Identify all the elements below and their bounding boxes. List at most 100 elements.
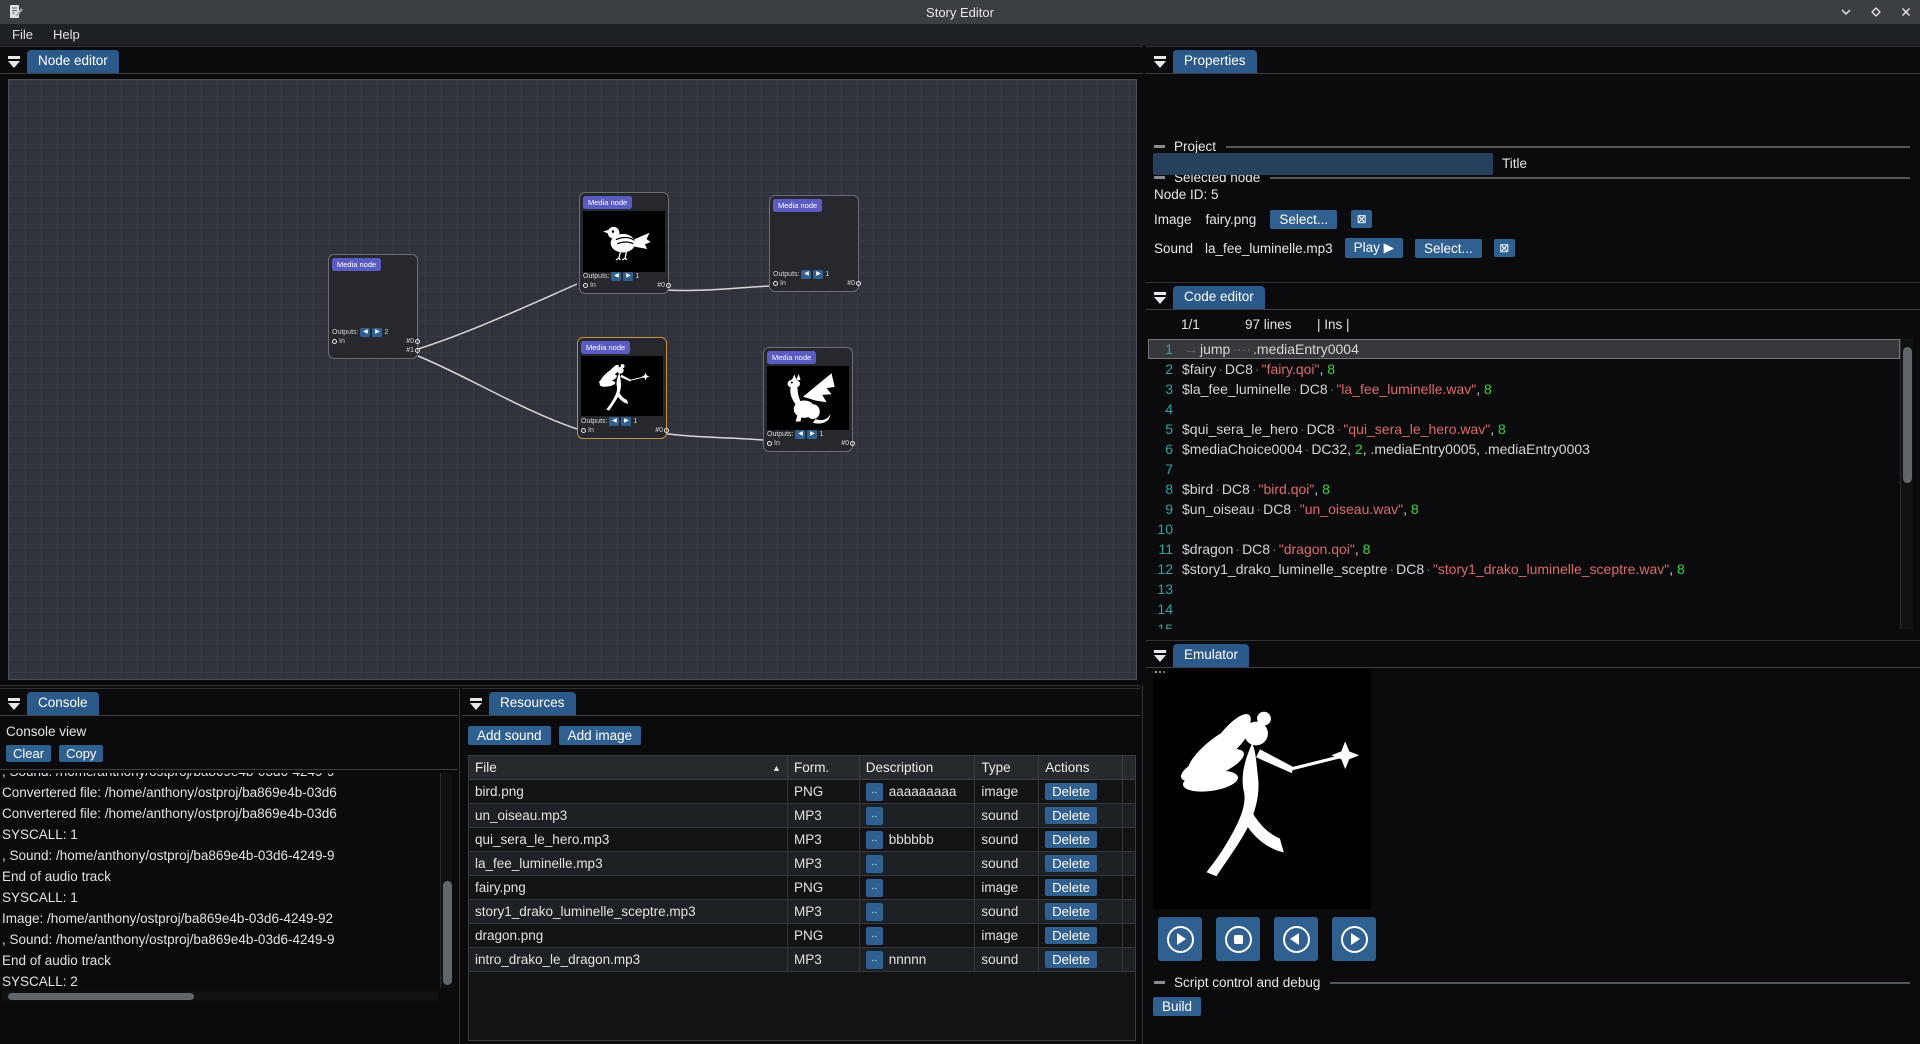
- delete-button[interactable]: Delete: [1045, 951, 1097, 968]
- sort-ascending-icon[interactable]: ▲: [772, 763, 781, 773]
- delete-button[interactable]: Delete: [1045, 927, 1097, 944]
- step-back-button[interactable]: [1274, 917, 1318, 961]
- table-row[interactable]: intro_drako_le_dragon.mp3MP3..nnnnnsound…: [469, 948, 1135, 972]
- play-button[interactable]: [1158, 917, 1202, 961]
- clear-button[interactable]: Clear: [6, 745, 51, 762]
- media-node[interactable]: Media node Outputs: ◀ ▶ 2 In #0 #1: [328, 254, 418, 359]
- column-header-description[interactable]: Description: [860, 756, 976, 779]
- output-dec-button[interactable]: ◀: [801, 270, 811, 279]
- table-row[interactable]: story1_drako_luminelle_sceptre.mp3MP3..s…: [469, 900, 1135, 924]
- output-pin[interactable]: #0: [657, 282, 671, 289]
- output-inc-button[interactable]: ▶: [372, 328, 382, 337]
- code-line[interactable]: 4: [1148, 399, 1900, 419]
- code-line[interactable]: 2$fairy·DC8·"fairy.qoi", 8: [1148, 359, 1900, 379]
- input-pin[interactable]: In: [581, 427, 594, 434]
- collapse-icon[interactable]: [1153, 292, 1167, 304]
- scrollbar-thumb[interactable]: [8, 993, 194, 1000]
- stop-button[interactable]: [1216, 917, 1260, 961]
- delete-button[interactable]: Delete: [1045, 855, 1097, 872]
- input-pin[interactable]: In: [332, 338, 345, 345]
- output-dec-button[interactable]: ◀: [609, 417, 619, 426]
- table-row[interactable]: bird.pngPNG..aaaaaaaaaimageDelete: [469, 780, 1135, 804]
- edit-description-button[interactable]: ..: [866, 951, 883, 969]
- console-horizontal-scrollbar[interactable]: [2, 991, 438, 1001]
- edit-description-button[interactable]: ..: [866, 855, 883, 873]
- node-graph-canvas[interactable]: Media node Outputs: ◀ ▶ 2 In #0 #1: [8, 79, 1137, 680]
- output-dec-button[interactable]: ◀: [795, 430, 805, 439]
- tab-properties[interactable]: Properties: [1173, 50, 1257, 73]
- code-vertical-scrollbar[interactable]: [1900, 339, 1913, 629]
- tab-code-editor[interactable]: Code editor: [1173, 286, 1265, 309]
- output-inc-button[interactable]: ▶: [623, 272, 633, 281]
- code-line[interactable]: 12$story1_drako_luminelle_sceptre·DC8·"s…: [1148, 559, 1900, 579]
- table-row[interactable]: un_oiseau.mp3MP3..soundDelete: [469, 804, 1135, 828]
- column-header-type[interactable]: Type: [975, 756, 1039, 779]
- left-splitter[interactable]: [0, 685, 1140, 686]
- code-area[interactable]: 1→jump····.mediaEntry00042$fairy·DC8·"fa…: [1148, 339, 1900, 629]
- table-row[interactable]: qui_sera_le_hero.mp3MP3..bbbbbbsoundDele…: [469, 828, 1135, 852]
- code-line[interactable]: 13: [1148, 579, 1900, 599]
- input-pin[interactable]: In: [767, 440, 780, 447]
- image-clear-button[interactable]: ⊠: [1351, 210, 1372, 228]
- delete-button[interactable]: Delete: [1045, 879, 1097, 896]
- output-pin[interactable]: #0: [847, 280, 861, 287]
- delete-button[interactable]: Delete: [1045, 831, 1097, 848]
- column-header-format[interactable]: Form.: [788, 756, 860, 779]
- collapse-icon[interactable]: [1153, 56, 1167, 68]
- output-dec-button[interactable]: ◀: [611, 272, 621, 281]
- minimize-icon[interactable]: [1838, 4, 1854, 20]
- step-forward-button[interactable]: [1332, 917, 1376, 961]
- output-inc-button[interactable]: ▶: [621, 417, 631, 426]
- output-dec-button[interactable]: ◀: [360, 328, 370, 337]
- code-line[interactable]: 1→jump····.mediaEntry0004: [1148, 339, 1900, 359]
- output-pin[interactable]: #0: [655, 427, 669, 434]
- table-row[interactable]: dragon.pngPNG..imageDelete: [469, 924, 1135, 948]
- code-line[interactable]: 5$qui_sera_le_hero·DC8·"qui_sera_le_hero…: [1148, 419, 1900, 439]
- collapse-icon[interactable]: [469, 698, 483, 710]
- collapse-icon[interactable]: [1153, 650, 1167, 662]
- delete-button[interactable]: Delete: [1045, 783, 1097, 800]
- scrollbar-thumb[interactable]: [1903, 347, 1912, 483]
- menu-help[interactable]: Help: [43, 25, 90, 44]
- media-node[interactable]: Media node Outputs: ◀ ▶ 1 In #0: [763, 347, 853, 452]
- code-line[interactable]: 6$mediaChoice0004·DC32, 2, .mediaEntry00…: [1148, 439, 1900, 459]
- tab-node-editor[interactable]: Node editor: [27, 50, 119, 73]
- media-node[interactable]: Media node Outputs: ◀ ▶ 1 In #0: [769, 195, 859, 292]
- code-line[interactable]: 3$la_fee_luminelle·DC8·"la_fee_luminelle…: [1148, 379, 1900, 399]
- copy-button[interactable]: Copy: [59, 745, 103, 762]
- output-pin[interactable]: #0: [406, 338, 420, 345]
- input-pin[interactable]: In: [773, 280, 786, 287]
- add-image-button[interactable]: Add image: [559, 726, 642, 745]
- image-select-button[interactable]: Select...: [1270, 210, 1337, 229]
- table-row[interactable]: fairy.pngPNG..imageDelete: [469, 876, 1135, 900]
- add-sound-button[interactable]: Add sound: [468, 726, 551, 745]
- delete-button[interactable]: Delete: [1045, 903, 1097, 920]
- output-pin[interactable]: #0: [841, 440, 855, 447]
- close-icon[interactable]: [1898, 4, 1914, 20]
- column-header-file[interactable]: File ▲: [469, 756, 788, 779]
- maximize-icon[interactable]: [1868, 4, 1884, 20]
- code-line[interactable]: 7: [1148, 459, 1900, 479]
- output-pin[interactable]: #1: [406, 347, 420, 354]
- tab-resources[interactable]: Resources: [489, 692, 576, 715]
- tab-emulator[interactable]: Emulator: [1173, 644, 1249, 667]
- console-resources-splitter[interactable]: [459, 688, 460, 1044]
- column-header-actions[interactable]: Actions: [1039, 756, 1123, 779]
- edit-description-button[interactable]: ..: [866, 783, 883, 801]
- code-line[interactable]: 11$dragon·DC8·"dragon.qoi", 8: [1148, 539, 1900, 559]
- code-line[interactable]: 10: [1148, 519, 1900, 539]
- media-node[interactable]: Media node Outputs: ◀ ▶ 1 In #0: [579, 192, 669, 294]
- input-pin[interactable]: In: [583, 282, 596, 289]
- delete-button[interactable]: Delete: [1045, 807, 1097, 824]
- sound-play-button[interactable]: Play ▶: [1345, 238, 1403, 258]
- code-line[interactable]: 9$un_oiseau·DC8·"un_oiseau.wav", 8: [1148, 499, 1900, 519]
- edit-description-button[interactable]: ..: [866, 927, 883, 945]
- sound-select-button[interactable]: Select...: [1415, 239, 1482, 258]
- code-line[interactable]: 8$bird·DC8·"bird.qoi", 8: [1148, 479, 1900, 499]
- code-line[interactable]: 14: [1148, 599, 1900, 619]
- edit-description-button[interactable]: ..: [866, 879, 883, 897]
- output-inc-button[interactable]: ▶: [813, 270, 823, 279]
- sound-clear-button[interactable]: ⊠: [1494, 239, 1515, 257]
- tab-console[interactable]: Console: [27, 692, 99, 715]
- menu-file[interactable]: File: [2, 25, 43, 44]
